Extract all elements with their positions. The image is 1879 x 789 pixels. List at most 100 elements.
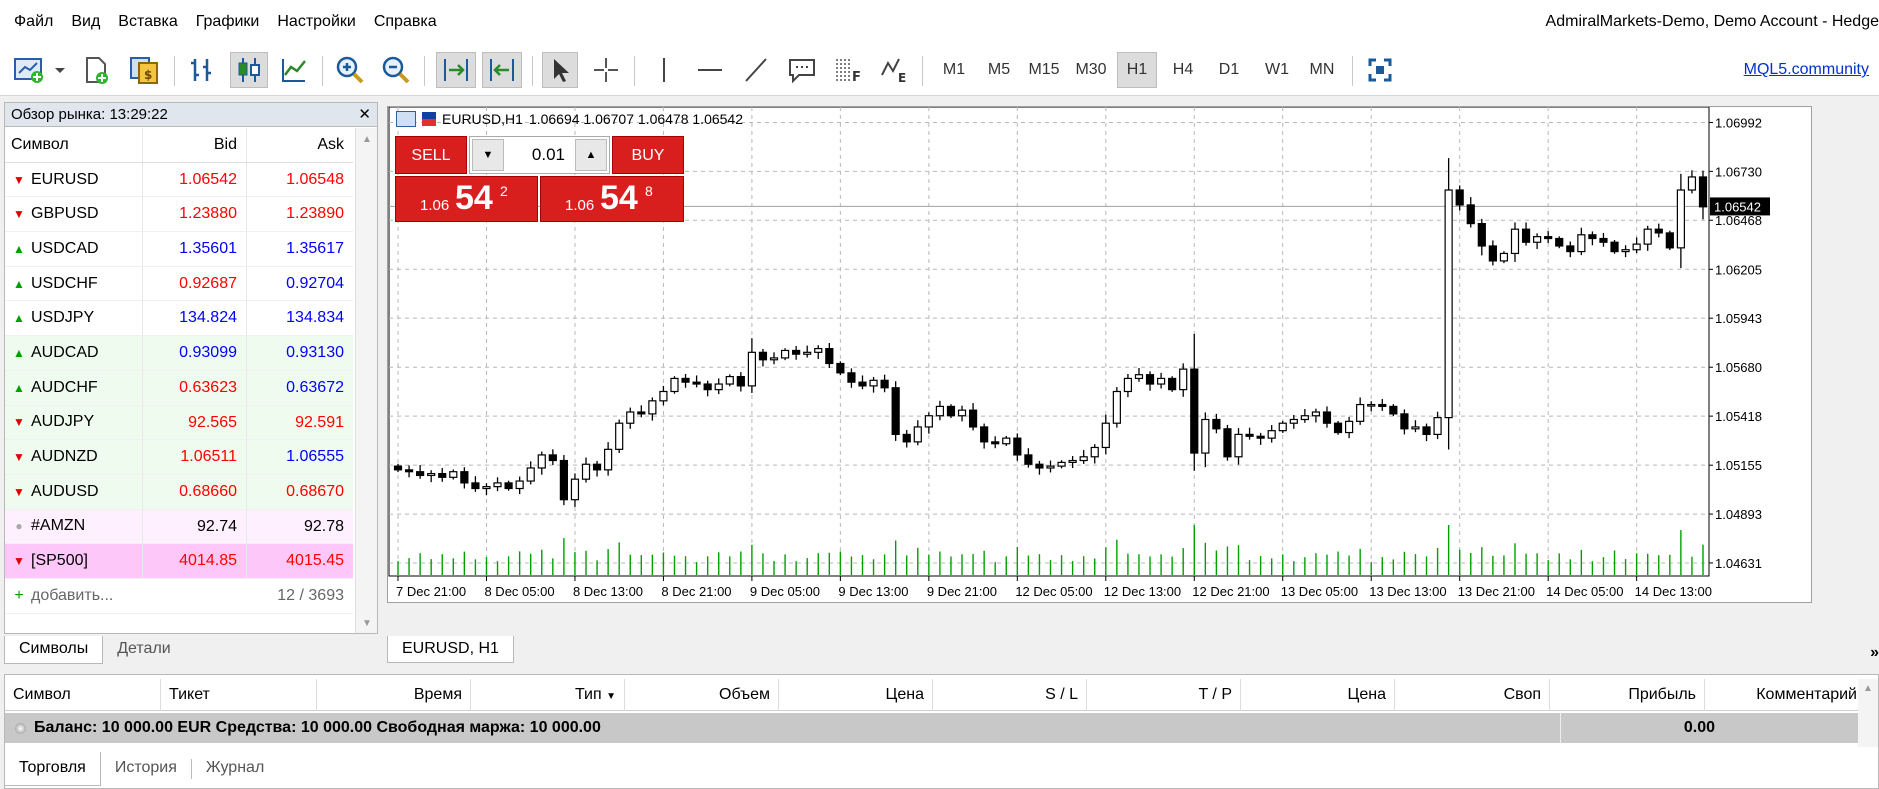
market-watch-row[interactable]: ▼ EURUSD 1.06542 1.06548 (5, 162, 353, 198)
col-ask[interactable]: Ask (247, 128, 353, 162)
col-ticket[interactable]: Тикет (161, 679, 317, 711)
arrow-up-icon: ▲ (13, 276, 25, 291)
trendline-button[interactable] (738, 52, 774, 88)
menu-charts[interactable]: Графики (187, 0, 269, 44)
sell-price[interactable]: 1.06 54 2 (395, 176, 538, 222)
candle-body (1687, 176, 1697, 191)
ask-price: 0.63672 (286, 378, 344, 396)
col-type[interactable]: Тип ▼ (471, 679, 625, 711)
market-watch-row[interactable]: ▲ USDCAD 1.35601 1.35617 (5, 232, 353, 267)
fibonacci-button[interactable]: F (830, 52, 866, 88)
sell-button[interactable]: SELL (395, 136, 467, 174)
crosshair-button[interactable] (588, 52, 624, 88)
market-watch-row[interactable]: ▲ USDJPY 134.824 134.834 (5, 301, 353, 337)
candle-body (1333, 422, 1343, 434)
col-profit[interactable]: Прибыль (1550, 679, 1705, 711)
cursor-button[interactable] (542, 52, 578, 88)
menu-settings[interactable]: Настройки (268, 0, 364, 44)
terminal-expand-icon[interactable]: » (1870, 644, 1879, 662)
candle-body (1035, 463, 1044, 469)
market-watch-row[interactable]: ▼ [SP500] 4014.85 4015.45 (5, 544, 353, 579)
tab-details[interactable]: Детали (103, 636, 185, 664)
candle-body (559, 459, 568, 501)
zoom-out-button[interactable] (378, 52, 414, 88)
fullscreen-button[interactable] (1362, 52, 1398, 88)
zoom-in-button[interactable] (332, 52, 368, 88)
menu-help[interactable]: Справка (365, 0, 446, 44)
market-watch-row[interactable]: ▲ AUDCHF 0.63623 0.63672 (5, 370, 353, 406)
market-watch-row[interactable]: ▼ AUDUSD 0.68660 0.68670 (5, 474, 353, 510)
market-watch-row[interactable]: ▼ AUDJPY 92.565 92.591 (5, 405, 353, 441)
scroll-down-icon[interactable]: ▼ (362, 618, 372, 629)
volume-decrease-button[interactable]: ▼ (472, 139, 504, 171)
tf-h1[interactable]: H1 (1117, 52, 1157, 88)
market-watch-row[interactable]: ● #AMZN 92.74 92.78 (5, 509, 353, 545)
col-comment[interactable]: Комментарий (1705, 679, 1865, 711)
tf-m1[interactable]: M1 (934, 52, 974, 88)
balance-row[interactable]: Баланс: 10 000.00 EUR Средства: 10 000.0… (5, 713, 1865, 743)
menu-view[interactable]: Вид (62, 0, 109, 44)
col-sl[interactable]: S / L (933, 679, 1087, 711)
mql5-community-link[interactable]: MQL5.community (1744, 44, 1869, 96)
candle-body (427, 472, 436, 477)
menu-insert[interactable]: Вставка (109, 0, 186, 44)
col-tp[interactable]: T / P (1087, 679, 1241, 711)
tf-m30[interactable]: M30 (1071, 52, 1111, 88)
tab-trade[interactable]: Торговля (4, 752, 101, 786)
chart-shift-button[interactable] (482, 52, 522, 88)
candle-body (537, 454, 546, 469)
col-volume[interactable]: Объем (625, 679, 779, 711)
scroll-up-icon[interactable]: ▲ (362, 134, 372, 145)
col-symbol[interactable]: Символ (5, 128, 143, 162)
tf-w1[interactable]: W1 (1257, 52, 1297, 88)
candle-body (1466, 204, 1475, 225)
scroll-up-icon[interactable]: ▲ (1863, 683, 1873, 694)
add-symbol-row[interactable]: + добавить... 12 / 3693 (5, 579, 353, 614)
col-bid[interactable]: Bid (143, 128, 247, 162)
market-watch-scrollbar[interactable]: ▲ ▼ (355, 128, 377, 633)
tf-d1[interactable]: D1 (1209, 52, 1249, 88)
tf-mn[interactable]: MN (1302, 52, 1342, 88)
balance-summary: Баланс: 10 000.00 EUR Средства: 10 000.0… (34, 719, 601, 736)
terminal-columns: Символ Тикет Время Тип ▼ Объем Цена S / … (5, 679, 1865, 711)
market-watch-row[interactable]: ▼ AUDNZD 1.06511 1.06555 (5, 440, 353, 475)
line-chart-button[interactable] (276, 52, 312, 88)
tab-eurusd-h1[interactable]: EURUSD, H1 (387, 636, 514, 663)
auto-scroll-button[interactable] (436, 52, 476, 88)
close-icon[interactable]: ✕ (358, 103, 371, 127)
candle-body (968, 409, 978, 428)
col-price[interactable]: Цена (779, 679, 933, 711)
menu-file[interactable]: Файл (0, 0, 62, 44)
tf-m5[interactable]: M5 (979, 52, 1019, 88)
buy-price[interactable]: 1.06 54 8 (540, 176, 684, 222)
col-time[interactable]: Время (317, 679, 471, 711)
volume-increase-button[interactable]: ▲ (575, 139, 607, 171)
tab-journal[interactable]: Журнал (192, 752, 278, 786)
elliott-wave-icon: E (881, 58, 906, 85)
market-watch-row[interactable]: ▲ AUDCAD 0.93099 0.93130 (5, 336, 353, 371)
col-symbol[interactable]: Символ (5, 679, 161, 711)
buy-button[interactable]: BUY (612, 136, 684, 174)
new-order-button[interactable] (78, 52, 114, 88)
market-watch-row[interactable]: ▼ GBPUSD 1.23880 1.23890 (5, 197, 353, 233)
market-watch-row[interactable]: ▲ USDCHF 0.92687 0.92704 (5, 266, 353, 302)
candle-body (404, 469, 414, 473)
new-chart-button[interactable] (12, 52, 66, 88)
bar-chart-button[interactable] (184, 52, 220, 88)
tab-symbols[interactable]: Символы (4, 636, 104, 664)
svg-text:$: $ (144, 68, 152, 82)
accounts-button[interactable]: $ (124, 52, 164, 88)
volume-input[interactable]: 0.01 (508, 137, 571, 173)
tab-history[interactable]: История (101, 752, 191, 786)
x-tick-label: 12 Dec 13:00 (1104, 584, 1181, 599)
terminal-scrollbar[interactable]: ▲ (1858, 679, 1878, 747)
candlestick-chart-button[interactable] (230, 52, 268, 88)
tf-h4[interactable]: H4 (1163, 52, 1203, 88)
text-label-button[interactable] (784, 52, 820, 88)
horizontal-line-button[interactable] (692, 52, 728, 88)
vertical-line-button[interactable] (646, 52, 682, 88)
col-current-price[interactable]: Цена (1241, 679, 1395, 711)
col-swap[interactable]: Своп (1395, 679, 1550, 711)
elliott-wave-button[interactable]: E (876, 52, 912, 88)
tf-m15[interactable]: M15 (1024, 52, 1064, 88)
